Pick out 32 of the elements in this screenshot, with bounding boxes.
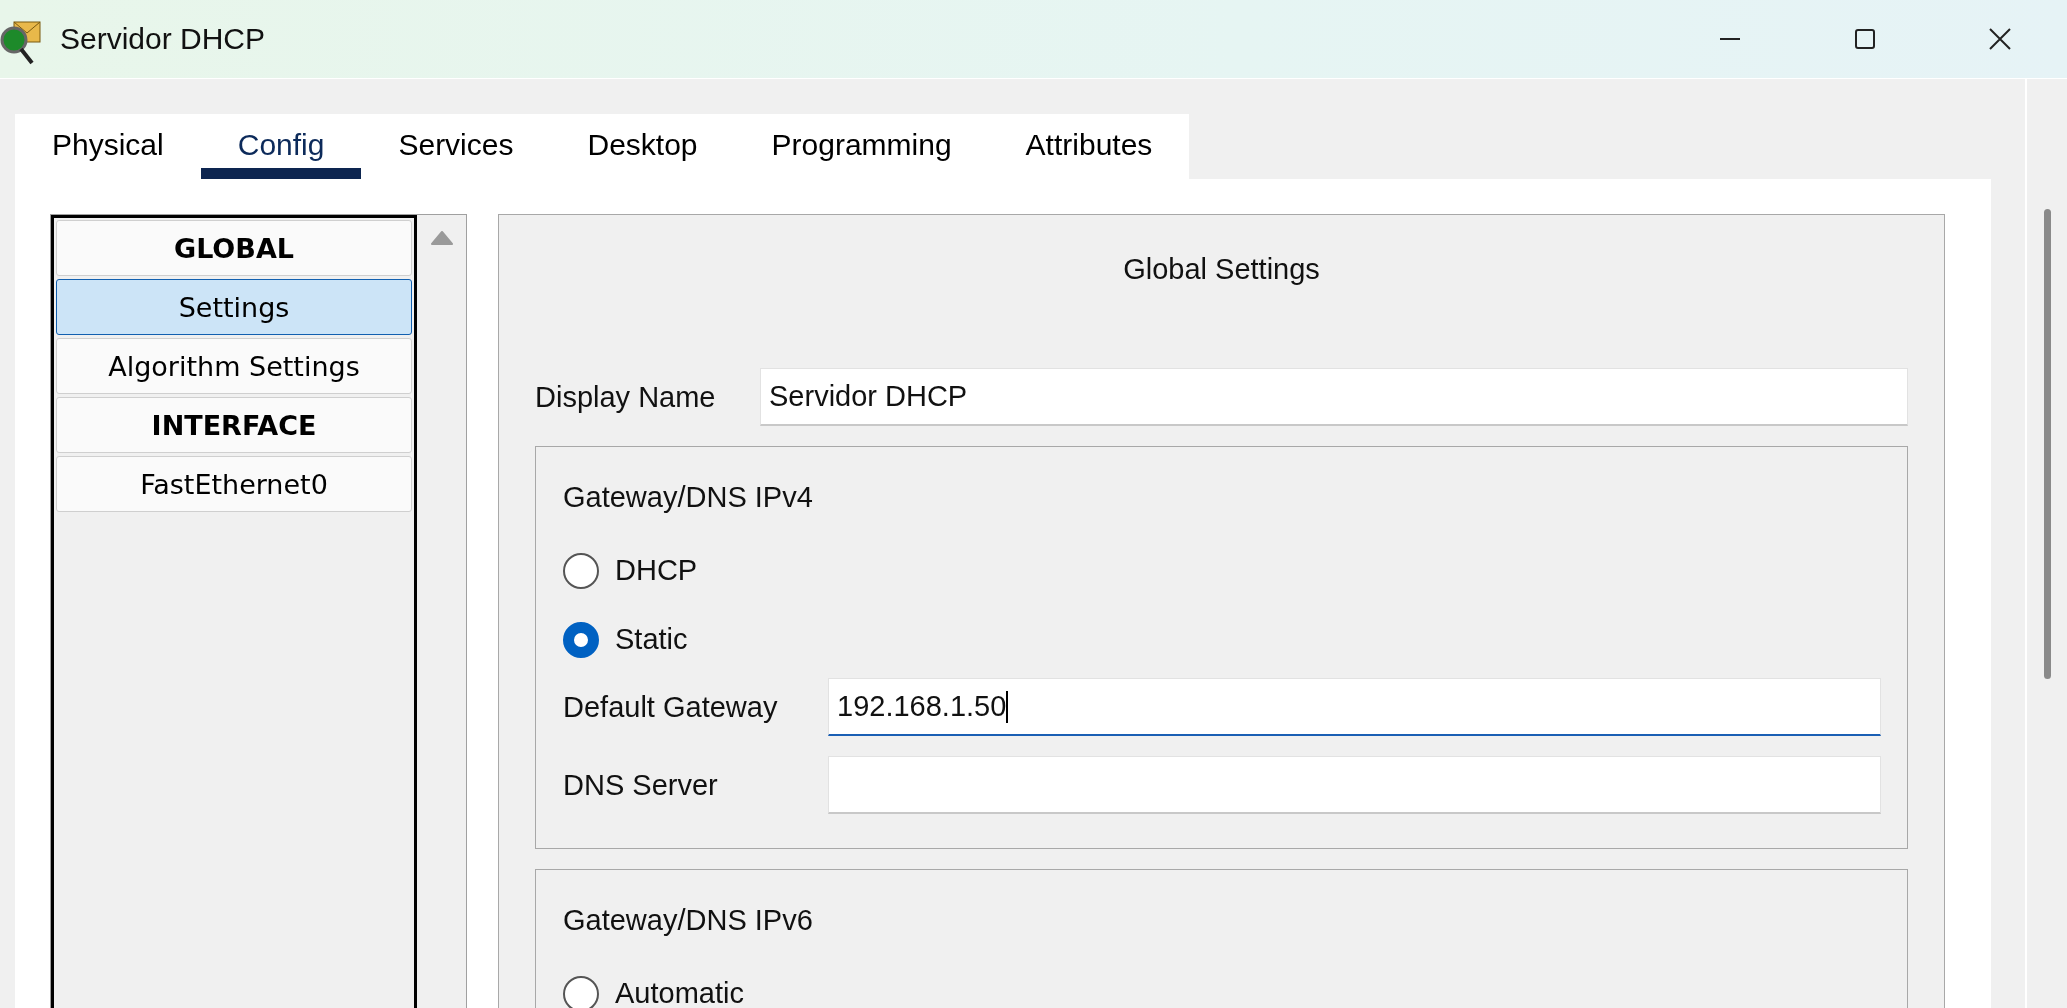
close-icon bbox=[1988, 28, 2011, 50]
field-label: DNS Server bbox=[563, 768, 719, 802]
sidebar-item[interactable]: Algorithm Settings bbox=[56, 338, 412, 394]
tab[interactable]: Attributes bbox=[988, 114, 1190, 179]
group-title: Gateway/DNS IPv4 bbox=[563, 481, 814, 514]
radio-label: DHCP bbox=[615, 554, 698, 587]
tab[interactable]: Programming bbox=[734, 114, 989, 179]
scroll-up-icon[interactable] bbox=[430, 231, 453, 245]
group-title: Gateway/DNS IPv6 bbox=[563, 904, 814, 937]
maximize-icon bbox=[1854, 29, 1875, 49]
input-field[interactable]: 192.168.1.50 bbox=[828, 678, 1881, 736]
window-title: Servidor DHCP bbox=[60, 22, 267, 56]
sidebar-item[interactable]: FastEthernet0 bbox=[56, 456, 412, 512]
radio-button[interactable] bbox=[563, 552, 599, 589]
field-label: Default Gateway bbox=[563, 690, 779, 724]
tab[interactable]: Physical bbox=[15, 114, 201, 179]
panel-title: Global Settings bbox=[1122, 252, 1321, 287]
minimize-icon bbox=[1719, 38, 1740, 40]
sidebar-header: INTERFACE bbox=[56, 397, 412, 453]
radio-label: Static bbox=[615, 623, 688, 656]
sidebar-header: GLOBAL bbox=[56, 220, 412, 276]
tab[interactable]: Services bbox=[361, 114, 551, 179]
text-cursor bbox=[1006, 690, 1009, 723]
input-field[interactable] bbox=[828, 756, 1881, 814]
radio-button[interactable] bbox=[563, 975, 599, 1008]
sidebar-item[interactable]: Settings bbox=[56, 279, 412, 335]
radio-label: Automatic bbox=[615, 977, 744, 1008]
field-label: Display Name bbox=[535, 380, 717, 414]
input-field[interactable]: Servidor DHCP bbox=[760, 368, 1908, 426]
scrollbar-thumb[interactable] bbox=[2043, 209, 2051, 679]
tab[interactable]: Desktop bbox=[550, 114, 735, 179]
radio-button[interactable] bbox=[563, 621, 599, 658]
